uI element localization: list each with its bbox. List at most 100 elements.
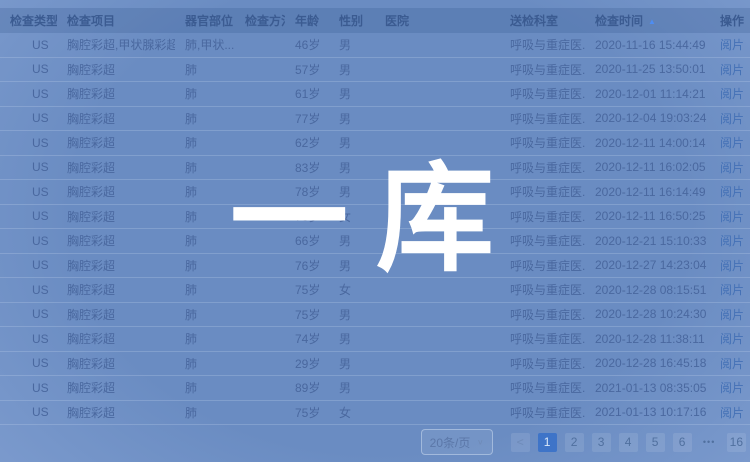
table-row: US 胸腔彩超 肺 57岁 男 呼吸与重症医... 2020-11-25 13:…: [0, 58, 750, 83]
cell-department: 呼吸与重症医...: [500, 36, 585, 53]
chevron-down-icon: ∨: [477, 437, 484, 446]
cell-exam-time: 2020-12-28 10:24:30: [585, 307, 710, 321]
cell-exam-item: 胸腔彩超: [57, 61, 175, 78]
cell-sex: 男: [329, 306, 375, 323]
column-header-age: 年龄: [285, 12, 329, 29]
cell-age: 62岁: [285, 134, 329, 151]
cell-hospital: [375, 87, 500, 101]
sort-ascending-icon[interactable]: ▲: [648, 17, 656, 26]
cell-organ: 肺,甲状...: [175, 36, 235, 53]
cell-exam-item: 胸腔彩超: [57, 257, 175, 274]
table-row: US 胸腔彩超 肺 75岁 女 呼吸与重症医... 2021-01-13 10:…: [0, 401, 750, 426]
view-images-link[interactable]: 阅片: [720, 112, 744, 126]
table-row: US 胸腔彩超 肺 29岁 男 呼吸与重症医... 2020-12-28 16:…: [0, 352, 750, 377]
cell-exam-item: 胸腔彩超: [57, 85, 175, 102]
cell-sex: 女: [329, 404, 375, 421]
cell-department: 呼吸与重症医...: [500, 404, 585, 421]
cell-organ: 肺: [175, 306, 235, 323]
table-row: US 胸腔彩超 肺 77岁 男 呼吸与重症医... 2020-12-04 19:…: [0, 107, 750, 132]
cell-exam-time: 2020-12-28 16:45:18: [585, 356, 710, 370]
column-header-sex: 性别: [329, 12, 375, 29]
cell-organ: 肺: [175, 355, 235, 372]
cell-organ: 肺: [175, 379, 235, 396]
view-images-link[interactable]: 阅片: [720, 332, 744, 346]
cell-exam-type: US: [0, 405, 57, 419]
cell-exam-time: 2020-12-28 11:38:11: [585, 332, 710, 346]
cell-exam-type: US: [0, 283, 57, 297]
page-button-2[interactable]: 2: [565, 433, 584, 452]
cell-organ: 肺: [175, 134, 235, 151]
page-button-5[interactable]: 5: [646, 433, 665, 452]
cell-sex: 男: [329, 110, 375, 127]
page-button-3[interactable]: 3: [592, 433, 611, 452]
view-images-link[interactable]: 阅片: [720, 210, 744, 224]
view-images-link[interactable]: 阅片: [720, 357, 744, 371]
cell-actions: 阅片: [710, 36, 750, 53]
cell-sex: 男: [329, 36, 375, 53]
view-images-link[interactable]: 阅片: [720, 185, 744, 199]
cell-age: 46岁: [285, 36, 329, 53]
view-images-link[interactable]: 阅片: [720, 283, 744, 297]
cell-exam-item: 胸腔彩超,甲状腺彩超: [57, 36, 175, 53]
prev-page-button[interactable]: <: [511, 433, 530, 452]
cell-department: 呼吸与重症医...: [500, 110, 585, 127]
view-images-link[interactable]: 阅片: [720, 87, 744, 101]
view-images-link[interactable]: 阅片: [720, 63, 744, 77]
view-images-link[interactable]: 阅片: [720, 406, 744, 420]
cell-hospital: [375, 405, 500, 419]
cell-hospital: [375, 332, 500, 346]
cell-actions: 阅片: [710, 232, 750, 249]
cell-sex: 男: [329, 85, 375, 102]
cell-hospital: [375, 62, 500, 76]
cell-sex: 男: [329, 355, 375, 372]
table-row: US 胸腔彩超,甲状腺彩超 肺,甲状... 46岁 男 呼吸与重症医... 20…: [0, 33, 750, 58]
view-images-link[interactable]: 阅片: [720, 308, 744, 322]
cell-actions: 阅片: [710, 183, 750, 200]
column-header-time[interactable]: 检查时间▲: [585, 12, 710, 29]
cell-age: 29岁: [285, 355, 329, 372]
cell-exam-item: 胸腔彩超: [57, 330, 175, 347]
cell-age: 75岁: [285, 306, 329, 323]
view-images-link[interactable]: 阅片: [720, 259, 744, 273]
view-images-link[interactable]: 阅片: [720, 234, 744, 248]
cell-department: 呼吸与重症医...: [500, 134, 585, 151]
cell-hospital: [375, 356, 500, 370]
cell-sex: 男: [329, 379, 375, 396]
cell-exam-time: 2020-12-27 14:23:04: [585, 258, 710, 272]
cell-exam-time: 2021-01-13 10:17:16: [585, 405, 710, 419]
cell-organ: 肺: [175, 110, 235, 127]
cell-actions: 阅片: [710, 330, 750, 347]
cell-exam-item: 胸腔彩超: [57, 183, 175, 200]
cell-exam-item: 胸腔彩超: [57, 159, 175, 176]
cell-exam-time: 2020-12-11 16:50:25: [585, 209, 710, 223]
view-images-link[interactable]: 阅片: [720, 161, 744, 175]
cell-exam-item: 胸腔彩超: [57, 306, 175, 323]
page-button-1[interactable]: 1: [538, 433, 557, 452]
page-button-16[interactable]: 16: [727, 433, 746, 452]
table-row: US 胸腔彩超 肺 89岁 男 呼吸与重症医... 2021-01-13 08:…: [0, 376, 750, 401]
cell-age: 75岁: [285, 404, 329, 421]
page-buttons: 123456 ••• 16: [538, 433, 746, 452]
table-header: 检查类型检查项目器官部位检查方法年龄性别医院送检科室检查时间▲操作: [0, 8, 750, 33]
pagination: 20条/页 ∨ < 123456 ••• 16: [421, 429, 746, 455]
view-images-link[interactable]: 阅片: [720, 38, 744, 52]
cell-exam-type: US: [0, 356, 57, 370]
cell-sex: 男: [329, 134, 375, 151]
page-ellipsis-button[interactable]: •••: [700, 433, 719, 452]
cell-age: 74岁: [285, 330, 329, 347]
cell-department: 呼吸与重症医...: [500, 379, 585, 396]
cell-exam-type: US: [0, 307, 57, 321]
cell-organ: 肺: [175, 159, 235, 176]
page-button-4[interactable]: 4: [619, 433, 638, 452]
cell-exam-type: US: [0, 87, 57, 101]
cell-actions: 阅片: [710, 281, 750, 298]
cell-exam-item: 胸腔彩超: [57, 134, 175, 151]
view-images-link[interactable]: 阅片: [720, 381, 744, 395]
cell-actions: 阅片: [710, 110, 750, 127]
page-button-6[interactable]: 6: [673, 433, 692, 452]
cell-exam-type: US: [0, 209, 57, 223]
column-header-dept: 送检科室: [500, 12, 585, 29]
view-images-link[interactable]: 阅片: [720, 136, 744, 150]
page-size-select[interactable]: 20条/页 ∨: [421, 429, 493, 455]
cell-exam-item: 胸腔彩超: [57, 110, 175, 127]
